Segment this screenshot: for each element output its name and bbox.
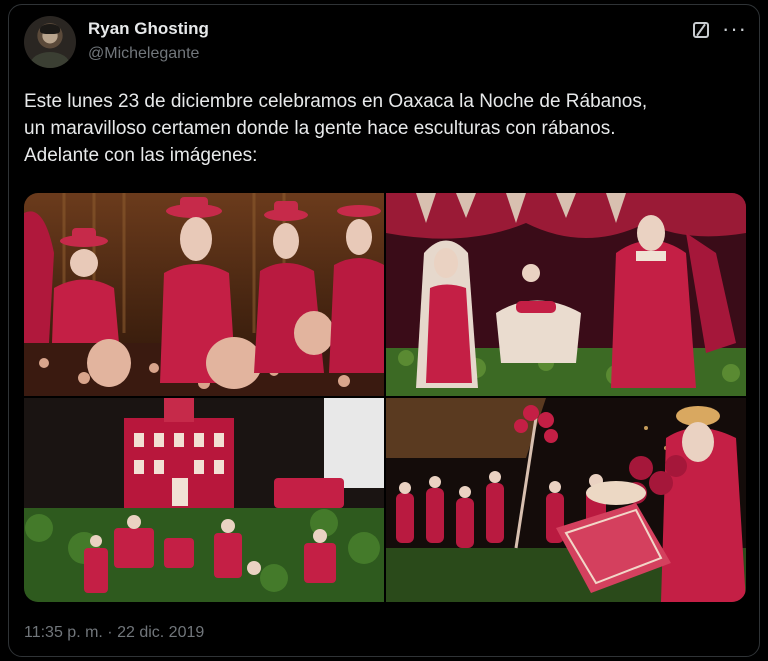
radish-photo-market[interactable]: [386, 398, 746, 602]
author-name[interactable]: Ryan Ghosting: [88, 19, 209, 39]
tweet-timestamp[interactable]: 11:35 p. m. · 22 dic. 2019: [24, 624, 204, 642]
tweet-text-line: Este lunes 23 de diciembre celebramos en…: [24, 91, 648, 112]
media-grid: [24, 193, 746, 602]
radish-photo-church[interactable]: [24, 398, 384, 602]
avatar[interactable]: [24, 16, 76, 68]
radish-photo-musicians[interactable]: [24, 193, 384, 396]
tweet-text-line: un maravilloso certamen donde la gente h…: [24, 118, 616, 139]
tweet-text-line: Adelante con las imágenes:: [24, 145, 258, 166]
radish-photo-nativity[interactable]: [386, 193, 746, 396]
grok-icon[interactable]: [693, 22, 709, 38]
author-handle[interactable]: @Michelegante: [88, 45, 199, 63]
tweet-text: Este lunes 23 de diciembre celebramos en…: [24, 88, 744, 169]
more-icon[interactable]: ···: [722, 16, 747, 42]
